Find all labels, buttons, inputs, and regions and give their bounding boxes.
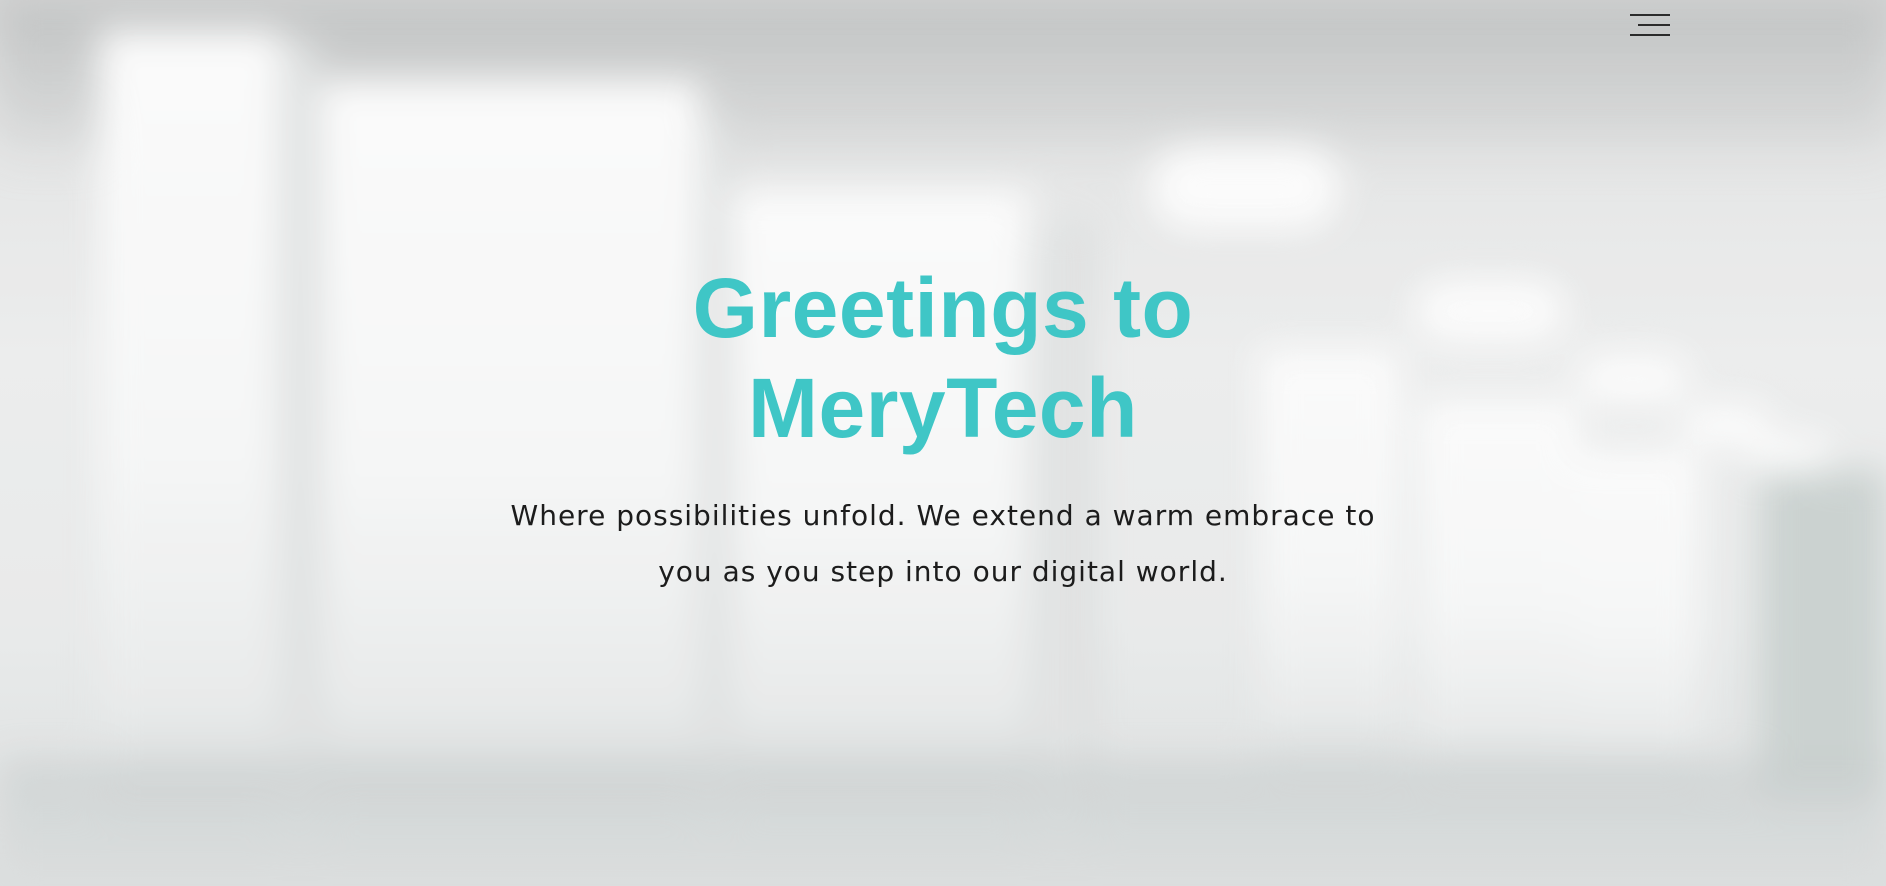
hero-section: Greetings to MeryTech Where possibilitie… [0, 0, 1886, 886]
hero-title-line2: MeryTech [748, 361, 1138, 455]
hero-title-line1: Greetings to [692, 261, 1194, 355]
hamburger-menu-icon[interactable] [1630, 12, 1670, 38]
menu-line [1638, 24, 1670, 26]
menu-line [1630, 34, 1670, 36]
menu-line [1630, 14, 1670, 16]
hero-title: Greetings to MeryTech [593, 258, 1293, 458]
hero-content: Greetings to MeryTech Where possibilitie… [0, 258, 1886, 600]
hero-subtitle: Where possibilities unfold. We extend a … [510, 499, 1376, 588]
